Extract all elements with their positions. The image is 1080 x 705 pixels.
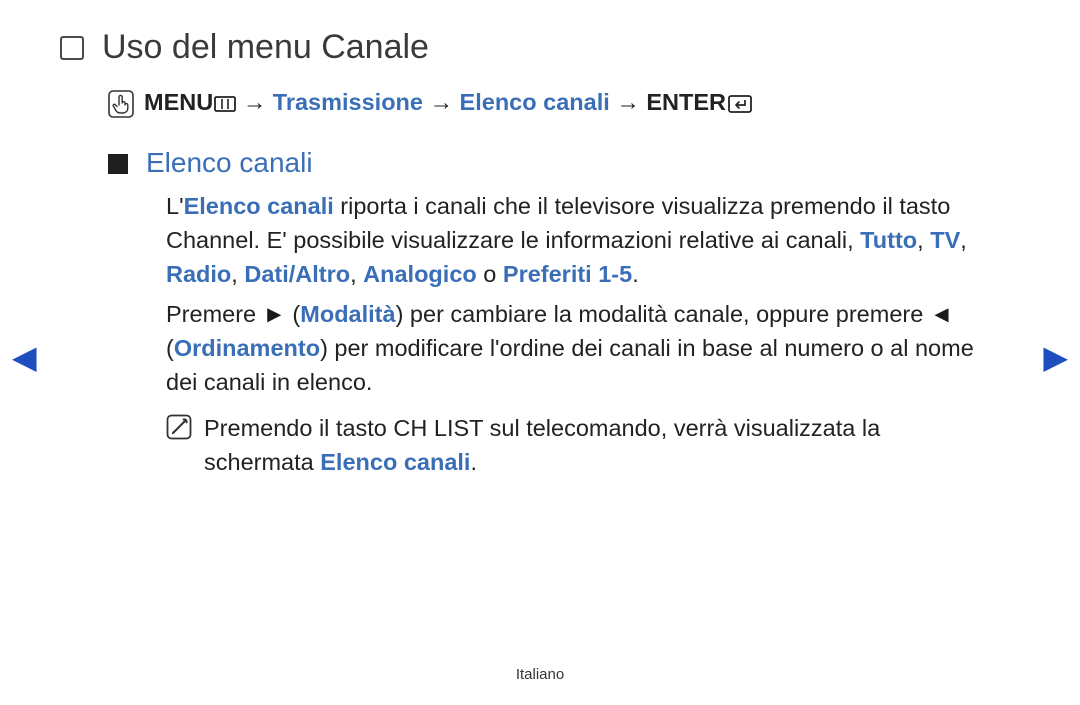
note-paragraph: Premendo il tasto CH LIST sul telecomand…: [204, 411, 990, 479]
note-chlist: CH LIST: [393, 415, 483, 441]
breadcrumb-sep-2: →: [430, 89, 454, 115]
p1-comma-4: ,: [350, 261, 363, 287]
touch-hand-icon: [108, 90, 134, 118]
footer-language: Italiano: [0, 666, 1080, 683]
p2-text-a: Premere: [166, 301, 263, 327]
note-elenco-canali: Elenco canali: [320, 449, 470, 475]
paragraph-2: Premere ► (Modalità) per cambiare la mod…: [166, 297, 990, 399]
right-triangle-icon: ►: [263, 301, 286, 327]
p1-tv: TV: [930, 227, 960, 253]
p1-elenco-canali: Elenco canali: [184, 193, 334, 219]
p1-comma-2: ,: [960, 227, 967, 253]
p1-analogico: Analogico: [363, 261, 477, 287]
p2-ordinamento: Ordinamento: [174, 335, 320, 361]
breadcrumb-step-2: Elenco canali: [460, 89, 610, 115]
breadcrumb-enter: ENTER: [646, 89, 726, 115]
p2-text-c: ) per cambiare la modalità canale, oppur…: [396, 301, 930, 327]
nav-next-arrow[interactable]: ▶: [1043, 338, 1068, 376]
p1-comma-3: ,: [231, 261, 244, 287]
p1-tutto: Tutto: [860, 227, 917, 253]
subsection-bullet-filled: [108, 154, 128, 174]
p1-dati-altro: Dati/Altro: [244, 261, 350, 287]
section-bullet-outline: [60, 36, 84, 60]
enter-icon: [728, 92, 752, 119]
breadcrumb-sep-1: →: [243, 89, 267, 115]
breadcrumb: MENU → Trasmissione → Elenco canali → EN…: [108, 89, 1010, 119]
p1-o: o: [477, 261, 503, 287]
nav-prev-arrow[interactable]: ◀: [12, 338, 37, 376]
breadcrumb-text: MENU → Trasmissione → Elenco canali → EN…: [144, 89, 752, 119]
p2-paren-open-2: (: [166, 335, 174, 361]
menu-icon: [214, 91, 236, 118]
left-triangle-icon: ◄: [930, 301, 953, 327]
page-title: Uso del menu Canale: [102, 28, 429, 67]
p1-text-a: L': [166, 193, 184, 219]
p2-paren-open-1: (: [286, 301, 300, 327]
p1-comma-1: ,: [917, 227, 930, 253]
p1-radio: Radio: [166, 261, 231, 287]
p1-preferiti: Preferiti 1-5: [503, 261, 632, 287]
note-text-a: Premendo il tasto: [204, 415, 393, 441]
note-icon: [166, 414, 192, 440]
p1-period: .: [632, 261, 639, 287]
note-period: .: [470, 449, 477, 475]
section-title: Elenco canali: [146, 147, 313, 179]
paragraph-1: L'Elenco canali riporta i canali che il …: [166, 189, 990, 291]
p2-modalita: Modalità: [300, 301, 395, 327]
breadcrumb-step-1: Trasmissione: [273, 89, 423, 115]
breadcrumb-menu: MENU: [144, 89, 213, 115]
breadcrumb-sep-3: →: [616, 89, 640, 115]
